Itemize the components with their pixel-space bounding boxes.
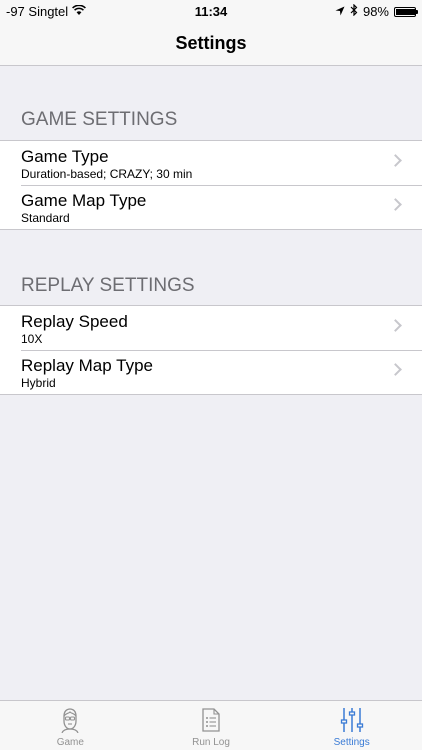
row-subtitle: Duration-based; CRAZY; 30 min bbox=[21, 167, 193, 181]
row-subtitle: 10X bbox=[21, 332, 43, 346]
bluetooth-icon bbox=[350, 3, 358, 19]
top-bar: -97 Singtel 11:34 98% Settings bbox=[0, 0, 422, 66]
tab-game[interactable]: Game bbox=[0, 701, 141, 750]
row-title: Replay Speed bbox=[21, 312, 128, 331]
battery-icon bbox=[394, 6, 418, 17]
list-icon bbox=[201, 707, 221, 738]
location-arrow-icon bbox=[335, 4, 345, 19]
row-subtitle: Standard bbox=[21, 211, 70, 225]
status-right: 98% bbox=[335, 3, 418, 19]
row-replay-speed[interactable]: Replay Speed 10X bbox=[0, 306, 422, 350]
row-replay-map-type[interactable]: Replay Map Type Hybrid bbox=[0, 350, 422, 394]
page-title: Settings bbox=[175, 33, 247, 53]
row-title: Replay Map Type bbox=[21, 356, 153, 375]
settings-group-game: Game Type Duration-based; CRAZY; 30 min … bbox=[0, 140, 422, 230]
tab-label: Game bbox=[56, 737, 84, 748]
chevron-right-icon bbox=[389, 198, 402, 211]
tab-run-log[interactable]: Run Log bbox=[141, 701, 282, 750]
row-subtitle: Hybrid bbox=[21, 376, 56, 390]
sliders-icon bbox=[339, 707, 365, 738]
row-game-type[interactable]: Game Type Duration-based; CRAZY; 30 min bbox=[0, 141, 422, 185]
row-title: Game Type bbox=[21, 147, 109, 166]
status-bar: -97 Singtel 11:34 98% bbox=[0, 0, 422, 22]
chevron-right-icon bbox=[389, 319, 402, 332]
settings-group-replay: Replay Speed 10X Replay Map Type Hybrid bbox=[0, 305, 422, 395]
row-game-map-type[interactable]: Game Map Type Standard bbox=[0, 185, 422, 229]
face-icon bbox=[58, 707, 82, 738]
section-header-game: GAME SETTINGS bbox=[21, 109, 178, 130]
tab-label: Run Log bbox=[192, 737, 230, 748]
battery-fill bbox=[396, 8, 416, 15]
battery-percent: 98% bbox=[362, 4, 389, 19]
tab-settings[interactable]: Settings bbox=[281, 701, 422, 750]
chevron-right-icon bbox=[389, 363, 402, 376]
tab-label: Settings bbox=[333, 737, 370, 748]
chevron-right-icon bbox=[389, 154, 402, 167]
tab-bar: Game Run Log Settings bbox=[0, 700, 422, 750]
row-title: Game Map Type bbox=[21, 191, 147, 210]
section-header-replay: REPLAY SETTINGS bbox=[21, 275, 195, 296]
